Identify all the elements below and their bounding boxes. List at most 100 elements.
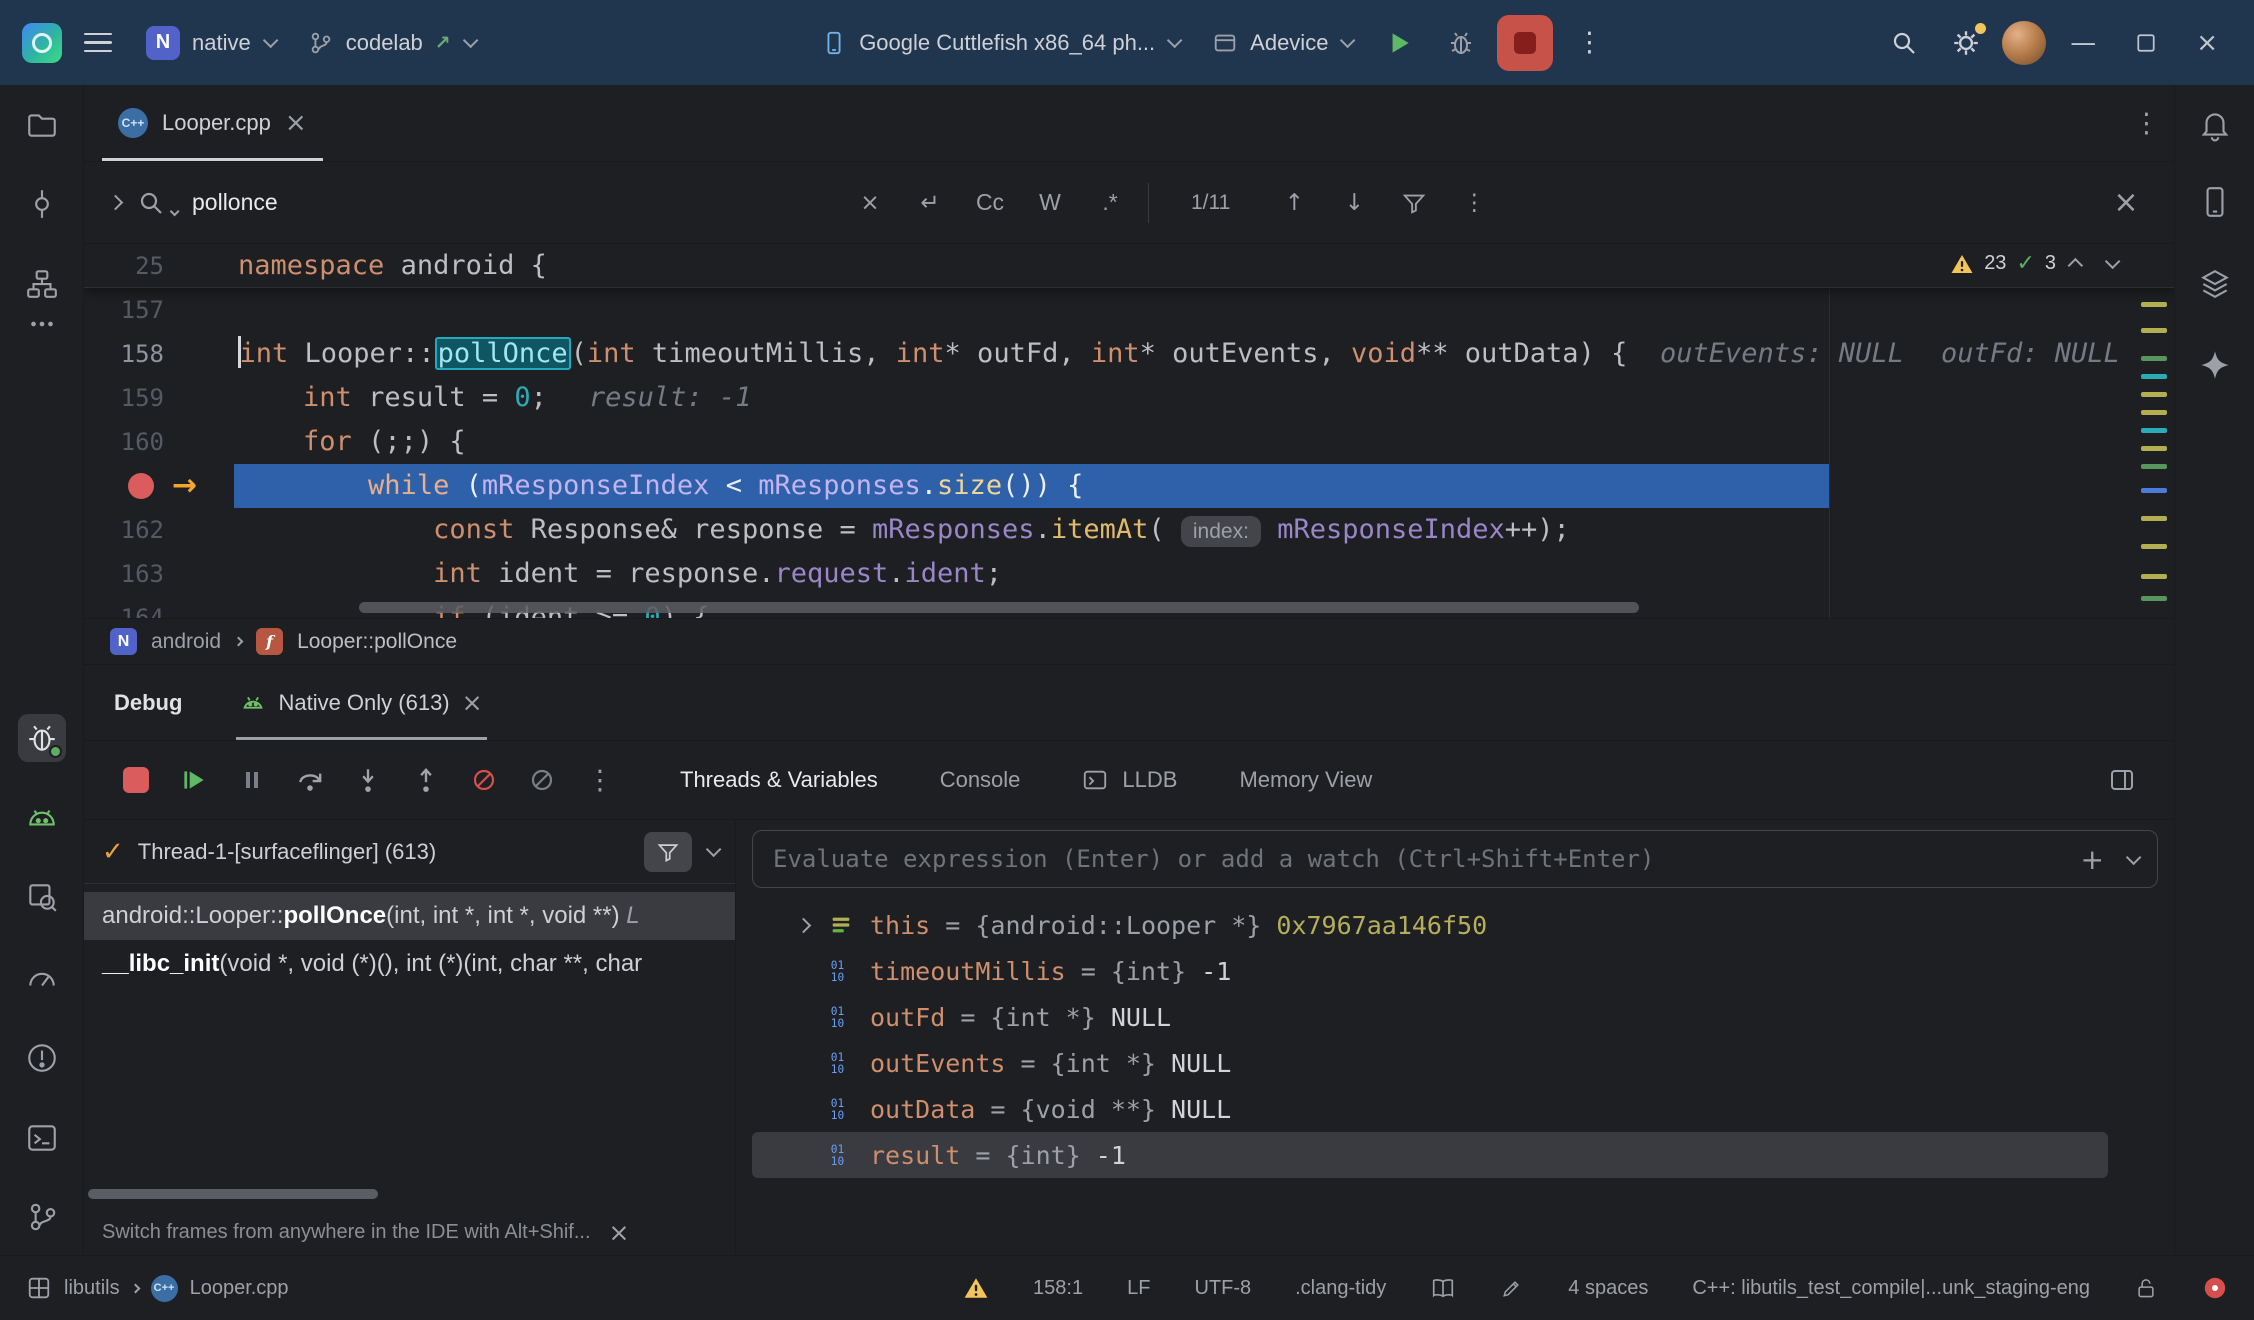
editor-tab-looper-cpp[interactable]: C++ Looper.cpp × xyxy=(98,85,327,161)
match-case-toggle[interactable]: Cc xyxy=(968,181,1012,225)
debug-session-tab[interactable]: Native Only (613) × xyxy=(236,665,486,740)
editor-gutter[interactable]: 25 xyxy=(84,244,234,287)
minimize-button[interactable]: — xyxy=(2056,28,2110,58)
disabled-breakpoints-icon[interactable] xyxy=(520,758,564,802)
error-stripe[interactable] xyxy=(2134,244,2174,618)
step-into-icon[interactable] xyxy=(346,758,390,802)
editor-gutter[interactable]: 159 xyxy=(84,376,234,420)
debug-button[interactable] xyxy=(1435,17,1487,69)
variable-row-outfd[interactable]: 0110outFd = {int *} NULL xyxy=(752,994,2158,1040)
chevron-down-icon[interactable] xyxy=(2126,849,2142,865)
frames-scrollbar[interactable] xyxy=(88,1189,378,1199)
app-inspection-icon[interactable] xyxy=(18,873,66,921)
search-more-icon[interactable]: ⋮ xyxy=(1452,181,1496,225)
search-filter-icon[interactable] xyxy=(1392,181,1436,225)
gemini-icon[interactable] xyxy=(2191,341,2239,389)
stripe-mark[interactable] xyxy=(2141,302,2167,307)
add-watch-icon[interactable]: + xyxy=(2081,843,2104,876)
profiler-icon[interactable] xyxy=(18,953,66,1001)
editor-horizontal-scrollbar[interactable] xyxy=(359,602,1639,613)
close-tab-icon[interactable]: × xyxy=(285,108,307,138)
prev-problem-icon[interactable] xyxy=(2068,258,2084,274)
tab-options-icon[interactable]: ⋮ xyxy=(2133,108,2160,139)
stripe-mark[interactable] xyxy=(2141,544,2167,549)
search-input[interactable]: pollonce xyxy=(192,189,832,216)
debug-toolwindow-icon[interactable] xyxy=(18,714,66,762)
lock-icon[interactable] xyxy=(2134,1276,2158,1300)
stripe-mark[interactable] xyxy=(2141,446,2167,451)
project-icon[interactable] xyxy=(18,101,66,149)
breadcrumb-function[interactable]: Looper::pollOnce xyxy=(297,630,457,654)
logcat-icon[interactable] xyxy=(18,794,66,842)
status-clang-tidy[interactable]: .clang-tidy xyxy=(1295,1277,1386,1300)
status-lf[interactable]: LF xyxy=(1127,1277,1150,1300)
statusbar-file[interactable]: Looper.cpp xyxy=(190,1277,289,1300)
editor-gutter[interactable]: → xyxy=(84,464,234,508)
stack-frame-libc-init[interactable]: __libc_init(void *, void (*)(), int (*)(… xyxy=(84,940,735,988)
toolwindow-title[interactable]: Debug xyxy=(114,690,182,716)
stripe-mark[interactable] xyxy=(2141,374,2167,379)
whole-words-toggle[interactable]: W xyxy=(1028,181,1072,225)
stripe-mark[interactable] xyxy=(2141,410,2167,415)
settings-button[interactable] xyxy=(1940,17,1992,69)
errdot-icon[interactable] xyxy=(2202,1275,2228,1301)
stripe-mark[interactable] xyxy=(2141,464,2167,469)
search-everywhere-button[interactable] xyxy=(1878,17,1930,69)
editor-gutter[interactable]: 157 xyxy=(84,288,234,332)
pen-icon[interactable] xyxy=(1500,1276,1524,1300)
expand-search-icon[interactable] xyxy=(108,195,124,211)
code-line-159[interactable]: 159 int result = 0;result: -1 xyxy=(84,376,2174,420)
debug-more-icon[interactable]: ⋮ xyxy=(578,758,622,802)
editor-gutter[interactable]: 162 xyxy=(84,508,234,552)
status-4-spaces[interactable]: 4 spaces xyxy=(1568,1277,1648,1300)
notifications-icon[interactable] xyxy=(2191,101,2239,149)
stop-session-icon[interactable] xyxy=(114,758,158,802)
debug-tab-console[interactable]: Console xyxy=(940,767,1021,793)
code-editor[interactable]: 25namespace android {157158int Looper::p… xyxy=(84,244,2174,618)
more-windows-icon[interactable] xyxy=(18,300,66,348)
variable-row-timeoutmillis[interactable]: 0110timeoutMillis = {int} -1 xyxy=(752,948,2158,994)
close-button[interactable]: × xyxy=(2182,28,2232,58)
close-session-icon[interactable]: × xyxy=(462,688,483,717)
main-menu-button[interactable] xyxy=(72,19,124,67)
problems-icon[interactable] xyxy=(18,1034,66,1082)
stripe-mark[interactable] xyxy=(2141,392,2167,397)
close-search-icon[interactable]: × xyxy=(2104,181,2148,225)
regex-toggle[interactable]: .* xyxy=(1088,181,1132,225)
breadcrumb-namespace[interactable]: android xyxy=(151,630,221,654)
breakpoint-icon[interactable] xyxy=(128,473,154,499)
editor-gutter[interactable]: 160 xyxy=(84,420,234,464)
code-line-162[interactable]: 162 const Response& response = mResponse… xyxy=(84,508,2174,552)
device-selector[interactable]: Google Cuttlefish x86_64 ph... xyxy=(809,22,1190,64)
step-over-icon[interactable] xyxy=(288,758,332,802)
stripe-mark[interactable] xyxy=(2141,596,2167,601)
code-line-157[interactable]: 157 xyxy=(84,288,2174,332)
prev-match-icon[interactable]: ↑ xyxy=(1272,181,1316,225)
stripe-mark[interactable] xyxy=(2141,428,2167,433)
variable-row-this[interactable]: this = {android::Looper *} 0x7967aa146f5… xyxy=(752,902,2158,948)
run-button[interactable] xyxy=(1373,17,1425,69)
layout-settings-icon[interactable] xyxy=(2100,758,2144,802)
maximize-button[interactable] xyxy=(2120,31,2172,55)
code-line-163[interactable]: 163 int ident = response.request.ident; xyxy=(84,552,2174,596)
stop-button[interactable] xyxy=(1497,15,1553,71)
pause-icon[interactable] xyxy=(230,758,274,802)
version-control-icon[interactable] xyxy=(18,1193,66,1241)
evaluate-expression-input[interactable]: Evaluate expression (Enter) or add a wat… xyxy=(752,830,2158,888)
inspection-widget[interactable]: 23 ✓ 3 xyxy=(1950,251,2122,276)
stripe-mark[interactable] xyxy=(2141,488,2167,493)
newline-icon[interactable]: ↵ xyxy=(908,181,952,225)
running-devices-icon[interactable] xyxy=(2191,260,2239,308)
stripe-mark[interactable] xyxy=(2141,328,2167,333)
book-icon[interactable] xyxy=(1430,1275,1456,1301)
commit-icon[interactable] xyxy=(18,180,66,228)
code-line-25[interactable]: 25namespace android { xyxy=(84,244,2174,288)
status-c-libutils-test-compile-unk-staging-eng[interactable]: C++: libutils_test_compile|...unk_stagin… xyxy=(1692,1277,2090,1300)
stack-frame-pollonce[interactable]: android::Looper::pollOnce(int, int *, in… xyxy=(84,892,735,940)
resume-icon[interactable] xyxy=(172,758,216,802)
stripe-mark[interactable] xyxy=(2141,356,2167,361)
statusbar-breadcrumb[interactable]: libutils C++ Looper.cpp xyxy=(26,1275,289,1302)
adevice-selector[interactable]: Adevice xyxy=(1200,22,1363,64)
frames-filter-icon[interactable] xyxy=(644,832,692,872)
run-configuration-selector[interactable]: N native xyxy=(134,18,286,68)
